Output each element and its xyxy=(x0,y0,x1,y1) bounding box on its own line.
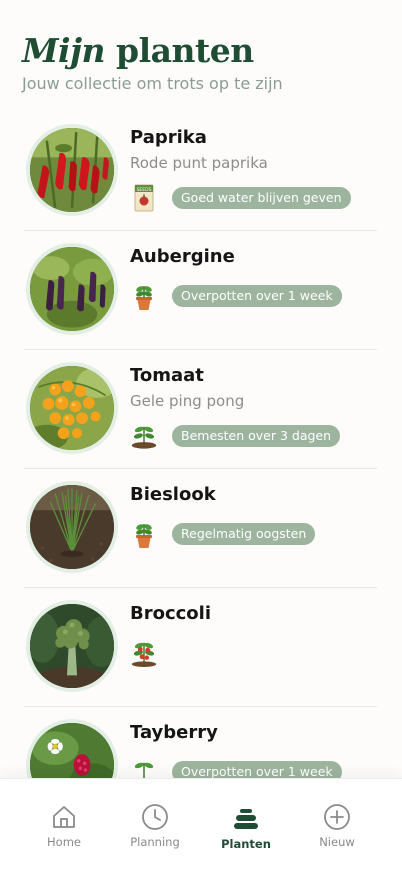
plus-circle-icon xyxy=(323,803,351,831)
tab-label: Planten xyxy=(221,837,271,851)
page-title: Mijn planten xyxy=(22,30,382,72)
page-subtitle: Jouw collectie om trots op te zijn xyxy=(22,74,283,93)
tomaat-photo xyxy=(30,366,114,450)
status-badge: Goed water blijven geven xyxy=(172,187,351,209)
plant-name: Tomaat xyxy=(130,365,204,386)
potted-plant-icon xyxy=(130,518,158,550)
plant-item-aubergine[interactable]: Aubergine Overpotten over 1 week xyxy=(24,231,377,350)
plant-status: Overpotten over 1 week xyxy=(130,280,342,312)
fruiting-plant-icon xyxy=(130,637,158,669)
plant-item-paprika[interactable]: Paprika Rode punt paprika SEEDS Goed wat… xyxy=(24,112,377,231)
aubergine-photo xyxy=(30,247,114,331)
plant-status: Regelmatig oogsten xyxy=(130,518,316,550)
plant-name: Broccoli xyxy=(130,603,212,624)
potted-plant-icon xyxy=(130,280,158,312)
plant-item-tomaat[interactable]: Tomaat Gele ping pong Bemesten over 3 da… xyxy=(24,350,377,469)
plant-photo xyxy=(26,481,118,573)
plant-name: Bieslook xyxy=(130,484,216,505)
tab-planning[interactable]: Planning xyxy=(110,779,200,870)
broccoli-photo xyxy=(30,604,114,688)
paprika-photo xyxy=(30,128,114,212)
plant-photo xyxy=(26,243,118,335)
plant-name: Aubergine xyxy=(130,246,235,267)
plant-item-broccoli[interactable]: Broccoli xyxy=(24,588,377,707)
page-title-rest: planten xyxy=(116,31,254,70)
plant-status: Bemesten over 3 dagen xyxy=(130,420,341,452)
tab-label: Home xyxy=(47,835,81,849)
page-title-italic: Mijn xyxy=(22,31,106,70)
page-header: Mijn planten Jouw collectie om trots op … xyxy=(22,30,382,96)
tab-bar: Home Planning Planten Nieuw xyxy=(0,778,402,870)
tab-label: Planning xyxy=(130,835,180,849)
plant-status: SEEDS Goed water blijven geven xyxy=(130,182,351,214)
plant-name: Tayberry xyxy=(130,722,218,743)
status-badge: Bemesten over 3 dagen xyxy=(172,425,341,447)
plant-name: Paprika xyxy=(130,127,207,148)
plant-variety: Gele ping pong xyxy=(130,392,245,410)
status-badge: Overpotten over 1 week xyxy=(172,285,342,307)
plant-list: Paprika Rode punt paprika SEEDS Goed wat… xyxy=(0,112,402,826)
plant-photo xyxy=(26,124,118,216)
tab-planten[interactable]: Planten xyxy=(201,779,291,870)
status-badge: Regelmatig oogsten xyxy=(172,523,316,545)
clock-icon xyxy=(141,803,169,831)
tab-label: Nieuw xyxy=(319,835,355,849)
plant-status xyxy=(130,637,172,669)
plant-item-bieslook[interactable]: Bieslook Regelmatig oogsten xyxy=(24,469,377,588)
bieslook-photo xyxy=(30,485,114,569)
sprout-soil-icon xyxy=(130,420,158,452)
plant-stack-icon xyxy=(232,805,260,833)
plant-variety: Rode punt paprika xyxy=(130,154,268,172)
tab-nieuw[interactable]: Nieuw xyxy=(292,779,382,870)
plant-photo xyxy=(26,600,118,692)
seed-packet-icon: SEEDS xyxy=(130,182,158,214)
tab-home[interactable]: Home xyxy=(19,779,109,870)
svg-text:SEEDS: SEEDS xyxy=(137,187,152,193)
home-icon xyxy=(50,803,78,831)
plant-photo xyxy=(26,362,118,454)
